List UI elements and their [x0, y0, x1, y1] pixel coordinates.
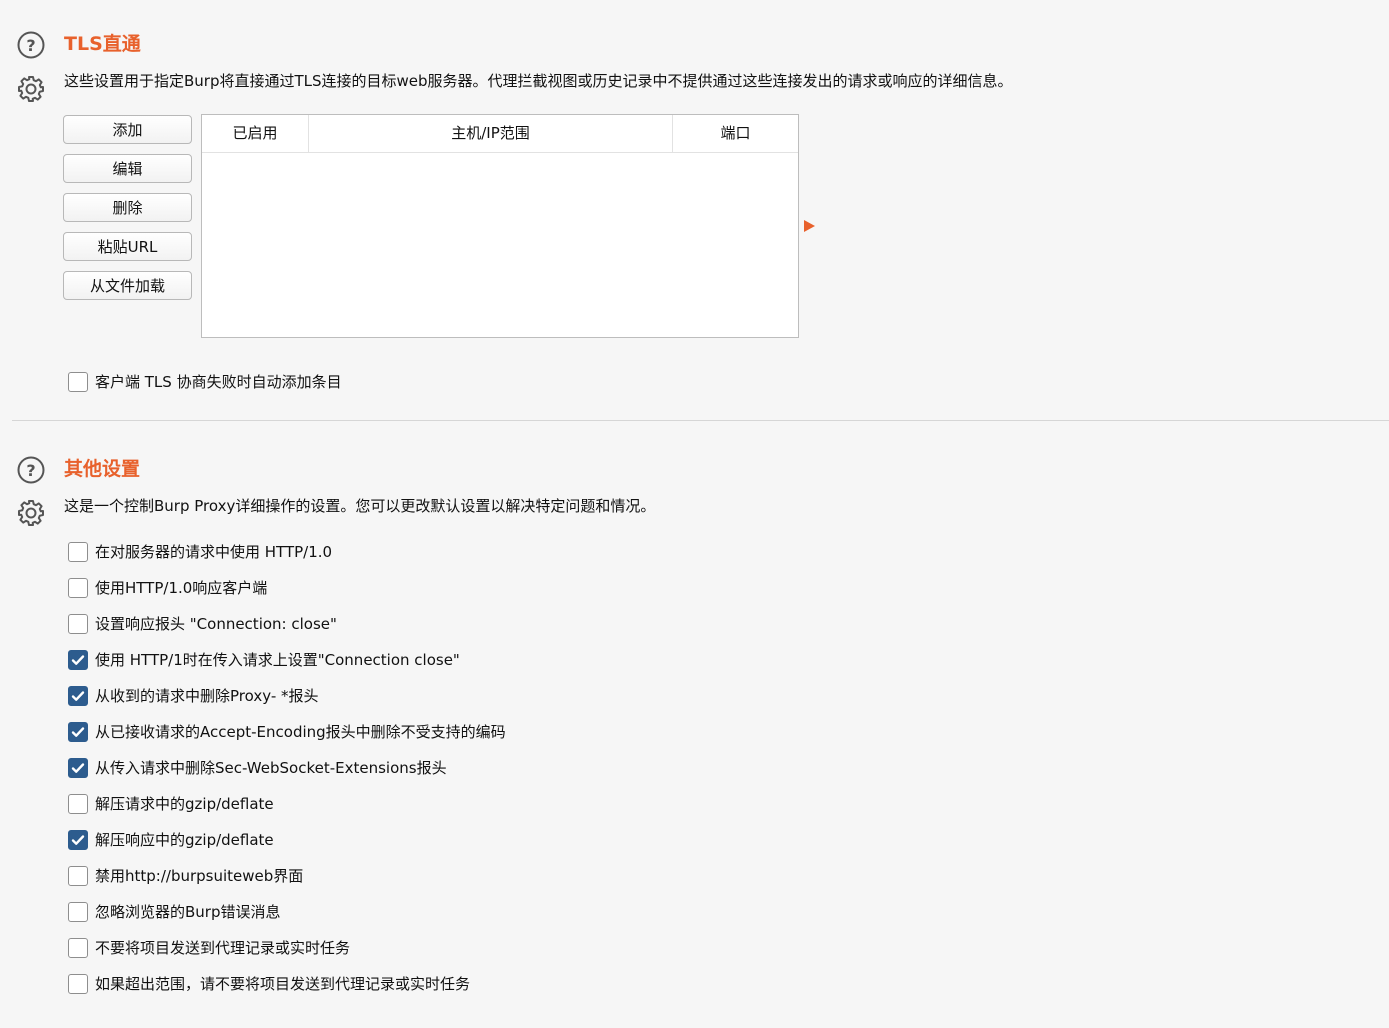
column-header-enabled[interactable]: 已启用 — [202, 115, 308, 152]
checkbox[interactable] — [68, 974, 88, 994]
checkbox-label: 禁用http://burpsuiteweb界面 — [95, 867, 304, 885]
help-icon[interactable]: ? — [16, 455, 46, 485]
add-button[interactable]: 添加 — [63, 115, 192, 144]
checkbox[interactable] — [68, 722, 88, 742]
checkbox[interactable] — [68, 650, 88, 670]
checkbox-label: 在对服务器的请求中使用 HTTP/1.0 — [95, 543, 333, 561]
check-icon — [71, 835, 85, 845]
checkbox-label: 解压响应中的gzip/deflate — [95, 831, 274, 849]
load-from-file-button[interactable]: 从文件加载 — [63, 271, 192, 300]
tls-section-description: 这些设置用于指定Burp将直接通过TLS连接的目标web服务器。代理拦截视图或历… — [64, 72, 1013, 90]
check-icon — [71, 691, 85, 701]
gear-icon[interactable] — [16, 74, 46, 104]
gear-icon[interactable] — [16, 498, 46, 528]
checkbox[interactable] — [68, 758, 88, 778]
tls-passthrough-table[interactable]: 已启用 主机/IP范围 端口 — [201, 114, 799, 338]
column-header-port[interactable]: 端口 — [672, 115, 798, 152]
misc-section-title: 其他设置 — [64, 458, 141, 480]
checkbox[interactable] — [68, 902, 88, 922]
checkbox-label: 如果超出范围，请不要将项目发送到代理记录或实时任务 — [95, 975, 471, 993]
checkbox[interactable] — [68, 578, 88, 598]
remove-button[interactable]: 删除 — [63, 193, 192, 222]
checkbox[interactable] — [68, 830, 88, 850]
help-icon[interactable]: ? — [16, 30, 46, 60]
checkbox-label: 从收到的请求中删除Proxy- *报头 — [95, 687, 319, 705]
check-icon — [71, 655, 85, 665]
auto-add-label: 客户端 TLS 协商失败时自动添加条目 — [95, 373, 342, 391]
section-divider — [12, 420, 1389, 421]
checkbox-label: 从传入请求中删除Sec-WebSocket-Extensions报头 — [95, 759, 447, 777]
check-icon — [71, 763, 85, 773]
checkbox[interactable] — [68, 614, 88, 634]
auto-add-checkbox[interactable] — [68, 372, 88, 392]
paste-url-button[interactable]: 粘贴URL — [63, 232, 192, 261]
table-header: 已启用 主机/IP范围 端口 — [202, 115, 798, 153]
checkbox[interactable] — [68, 794, 88, 814]
checkbox[interactable] — [68, 938, 88, 958]
checkbox[interactable] — [68, 686, 88, 706]
checkbox-label: 设置响应报头 "Connection: close" — [95, 615, 337, 633]
checkbox[interactable] — [68, 542, 88, 562]
check-icon — [71, 727, 85, 737]
edit-button[interactable]: 编辑 — [63, 154, 192, 183]
checkbox-label: 忽略浏览器的Burp错误消息 — [95, 903, 281, 921]
svg-text:?: ? — [26, 36, 35, 55]
column-header-host[interactable]: 主机/IP范围 — [308, 115, 672, 152]
expand-triangle-icon[interactable] — [803, 219, 816, 233]
checkbox-label: 使用HTTP/1.0响应客户端 — [95, 579, 268, 597]
checkbox-label: 不要将项目发送到代理记录或实时任务 — [95, 939, 351, 957]
checkbox-label: 从已接收请求的Accept-Encoding报头中删除不受支持的编码 — [95, 723, 506, 741]
checkbox-label: 解压请求中的gzip/deflate — [95, 795, 274, 813]
checkbox[interactable] — [68, 866, 88, 886]
misc-section-description: 这是一个控制Burp Proxy详细操作的设置。您可以更改默认设置以解决特定问题… — [64, 497, 656, 515]
svg-text:?: ? — [26, 461, 35, 480]
tls-section-title: TLS直通 — [64, 33, 141, 55]
checkbox-label: 使用 HTTP/1时在传入请求上设置"Connection close" — [95, 651, 460, 669]
